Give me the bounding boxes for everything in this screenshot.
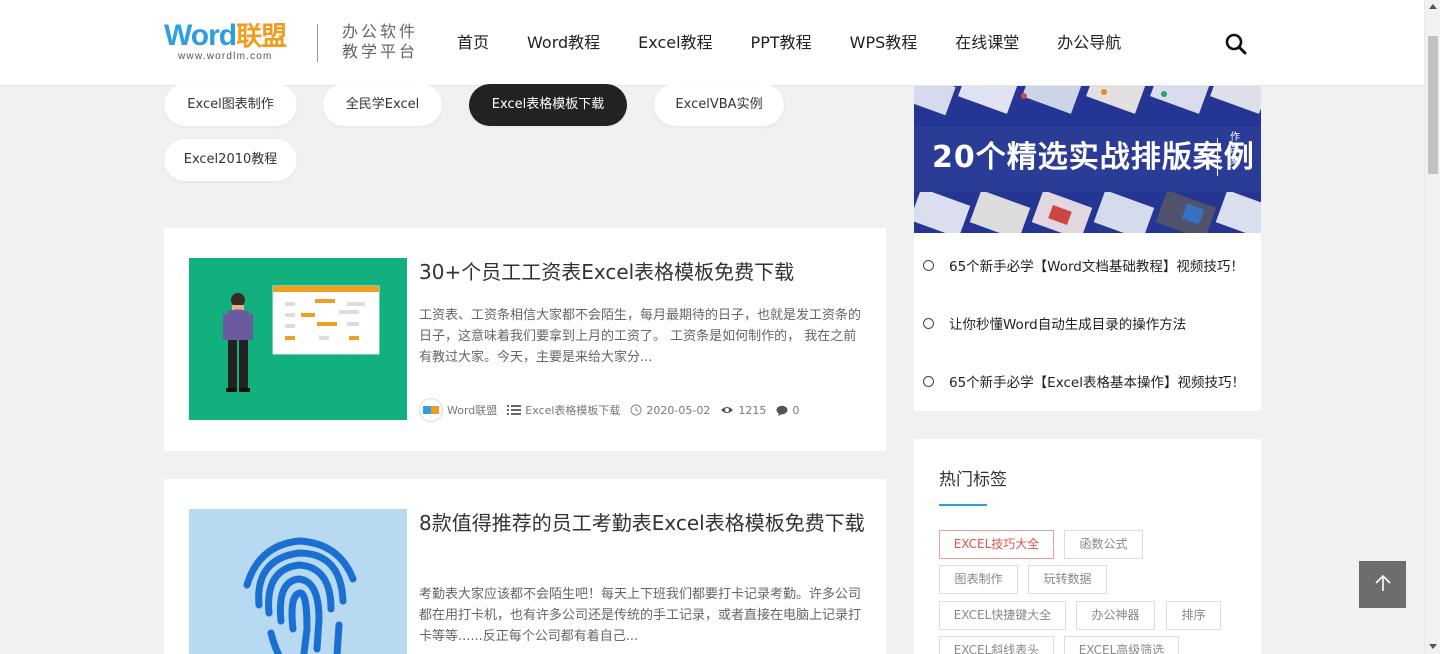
circle-bullet-icon <box>923 259 934 271</box>
tag-item[interactable]: EXCEL技巧大全 <box>939 530 1054 559</box>
nav-item-ppt[interactable]: PPT教程 <box>732 0 831 86</box>
comment-icon <box>776 405 788 416</box>
arrow-up-icon <box>1374 574 1392 596</box>
tag-item[interactable]: 玩转数据 <box>1028 565 1107 594</box>
site-slogan: 办公软件 教学平台 <box>342 22 418 62</box>
slogan-line-2: 教学平台 <box>342 42 419 61</box>
main-nav: 首页 Word教程 Excel教程 PPT教程 WPS教程 在线课堂 办公导航 <box>438 0 1140 86</box>
category-pill-excel-vba[interactable]: ExcelVBA实例 <box>654 84 784 126</box>
article-meta: Word联盟 Excel表格模板下载 2020-05-02 1215 0 <box>419 398 809 422</box>
comment-count: 0 <box>792 403 800 417</box>
logo-cn-text: 联盟 <box>236 22 287 52</box>
banner-divider <box>1217 138 1218 176</box>
avatar <box>419 398 443 422</box>
article-title[interactable]: 8款值得推荐的员工考勤表Excel表格模板免费下载 <box>419 508 865 538</box>
article-excerpt: 考勤表大家应该都不会陌生吧！每天上下班我们都要打卡记录考勤。许多公司都在用打卡机… <box>419 587 862 644</box>
tag-item[interactable]: 图表制作 <box>939 565 1018 594</box>
banner-title: 20个精选实战排版案例 <box>932 140 1255 175</box>
category-pill-excel-for-all[interactable]: 全民学Excel <box>323 84 442 126</box>
author-name: Word联盟 <box>447 404 498 417</box>
view-count: 1215 <box>738 403 767 417</box>
meta-views: 1215 <box>720 404 766 417</box>
sidebar-hot-tags: 热门标签 EXCEL技巧大全 函数公式 图表制作 玩转数据 EXCEL快捷键大全… <box>914 439 1261 654</box>
sidebar-link-text: 65个新手必学【Word文档基础教程】视频技巧！ <box>949 259 1244 275</box>
article-thumbnail[interactable] <box>189 509 407 654</box>
category-pill-excel-templates[interactable]: Excel表格模板下载 <box>469 84 627 126</box>
sidebar-link[interactable]: 65个新手必学【Excel表格基本操作】视频技巧！ <box>923 370 1245 392</box>
meta-comments[interactable]: 0 <box>776 404 799 417</box>
site-header: Word联盟 www.wordlm.com 办公软件 教学平台 首页 Word教… <box>0 0 1424 86</box>
circle-bullet-icon <box>923 317 934 329</box>
search-icon[interactable] <box>1224 32 1248 56</box>
article-card: 8款值得推荐的员工考勤表Excel表格模板免费下载 考勤表大家应该都不会陌生吧！… <box>164 479 886 654</box>
nav-item-home[interactable]: 首页 <box>438 0 508 86</box>
article-excerpt: 工资表、工资条相信大家都不会陌生，每月最期待的日子，也就是发工资条的日子，这意味… <box>419 308 862 365</box>
nav-item-office-nav[interactable]: 办公导航 <box>1038 0 1140 86</box>
tag-item[interactable]: EXCEL快捷键大全 <box>939 601 1066 630</box>
back-to-top-button[interactable] <box>1359 561 1406 608</box>
meta-category[interactable]: Excel表格模板下载 <box>507 402 620 418</box>
tag-item[interactable]: EXCEL高级筛选 <box>1064 636 1179 654</box>
tag-item[interactable]: EXCEL斜线表头 <box>939 636 1054 654</box>
banner-side-text: 作品集 <box>1230 132 1240 167</box>
site-logo[interactable]: Word联盟 www.wordlm.com <box>164 20 296 64</box>
article-thumbnail[interactable] <box>189 258 407 420</box>
promo-banner[interactable]: 20个精选实战排版案例 作品集 <box>914 86 1261 233</box>
nav-item-online-class[interactable]: 在线课堂 <box>936 0 1038 86</box>
tag-item[interactable]: 办公神器 <box>1076 601 1155 630</box>
hot-tags-title: 热门标签 <box>939 470 1007 490</box>
eye-icon <box>720 405 734 415</box>
nav-item-excel[interactable]: Excel教程 <box>619 0 731 86</box>
slogan-line-1: 办公软件 <box>342 22 419 41</box>
meta-author[interactable]: Word联盟 <box>419 398 497 422</box>
category-name: Excel表格模板下载 <box>525 404 621 417</box>
article-card: 30+个员工工资表Excel表格模板免费下载 工资表、工资条相信大家都不会陌生，… <box>164 228 886 451</box>
logo-word-text: Word <box>164 19 237 52</box>
clock-icon <box>630 404 642 416</box>
list-icon <box>507 404 522 416</box>
sidebar-link-text: 65个新手必学【Excel表格基本操作】视频技巧！ <box>949 375 1245 391</box>
article-title[interactable]: 30+个员工工资表Excel表格模板免费下载 <box>419 257 865 287</box>
scroll-up-arrow-icon[interactable] <box>1429 4 1437 9</box>
sidebar-link-text: 让你秒懂Word自动生成目录的操作方法 <box>949 317 1187 333</box>
category-pill-excel-2010[interactable]: Excel2010教程 <box>164 139 297 181</box>
nav-item-wps[interactable]: WPS教程 <box>831 0 937 86</box>
meta-date: 2020-05-02 <box>630 404 710 417</box>
circle-bullet-icon <box>923 375 934 387</box>
post-date: 2020-05-02 <box>646 403 711 417</box>
scroll-down-arrow-icon[interactable] <box>1429 644 1437 649</box>
tag-item[interactable]: 排序 <box>1166 601 1221 630</box>
tag-item[interactable]: 函数公式 <box>1064 530 1143 559</box>
sidebar-link[interactable]: 让你秒懂Word自动生成目录的操作方法 <box>923 312 1186 334</box>
sidebar-recommend: 20个精选实战排版案例 作品集 65个新手必学【Word文档基础教程】视频技巧！… <box>914 86 1261 411</box>
nav-item-word[interactable]: Word教程 <box>508 0 619 86</box>
sidebar-link[interactable]: 65个新手必学【Word文档基础教程】视频技巧！ <box>923 254 1244 276</box>
scroll-thumb[interactable] <box>1428 36 1438 174</box>
category-pill-excel-charts[interactable]: Excel图表制作 <box>164 84 297 126</box>
title-underline <box>939 504 987 506</box>
page-scrollbar[interactable] <box>1424 0 1440 654</box>
logo-divider <box>317 24 318 62</box>
